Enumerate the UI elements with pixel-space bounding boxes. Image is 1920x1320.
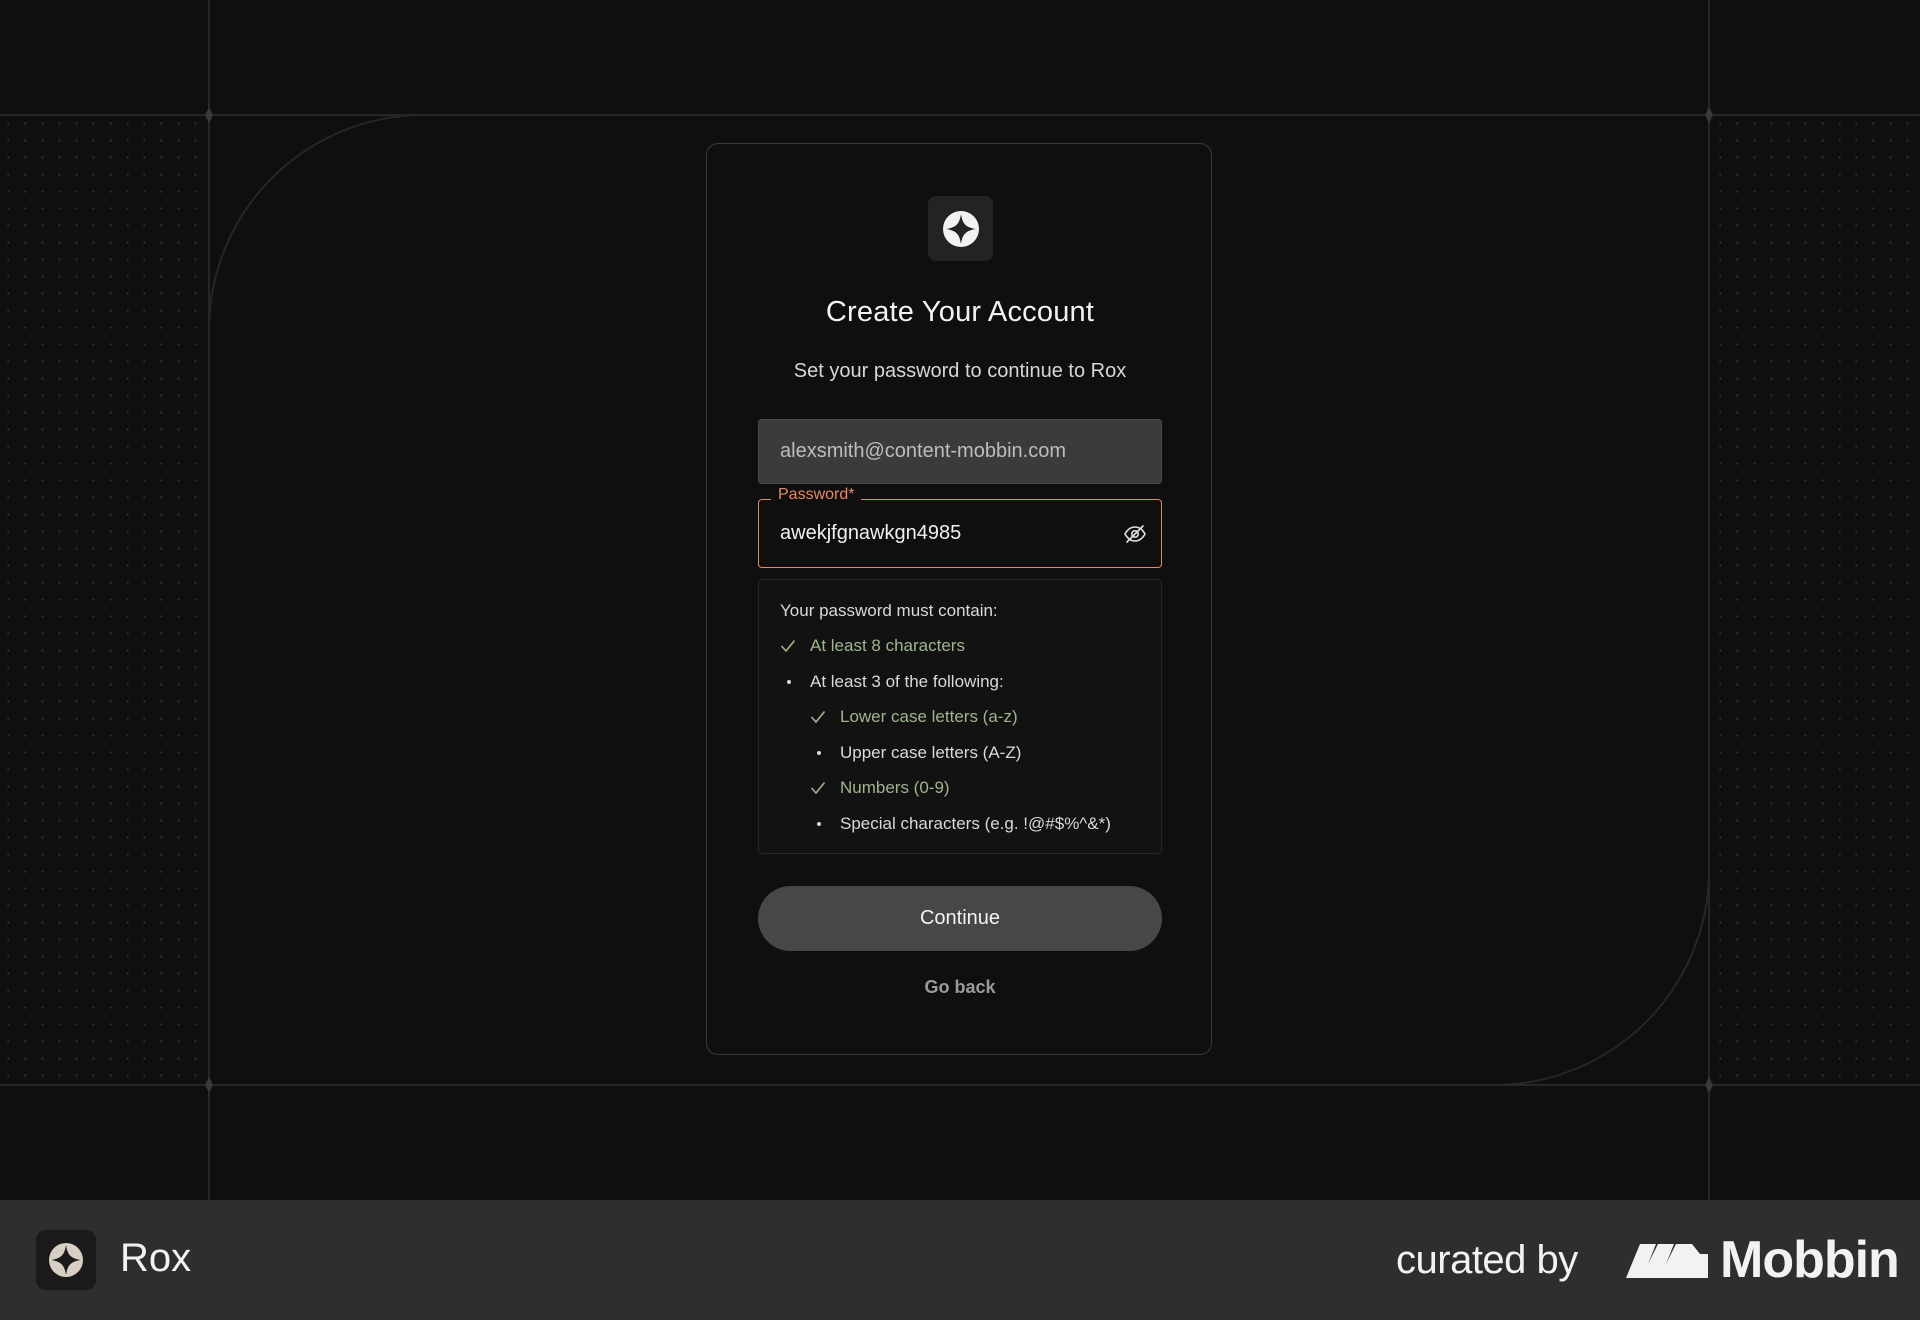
curated-by-label: curated by bbox=[1396, 1238, 1578, 1282]
bullet-icon bbox=[787, 680, 791, 684]
requirement-min-length: At least 8 characters bbox=[780, 636, 965, 656]
footer-app-name: Rox bbox=[120, 1236, 192, 1280]
password-field[interactable]: Password* awekjfgnawkgn4985 bbox=[758, 486, 1162, 568]
mobbin-logo-icon bbox=[1626, 1244, 1708, 1278]
check-icon bbox=[810, 781, 826, 795]
footer-app-logo bbox=[36, 1230, 96, 1290]
brand-name: Mobbin bbox=[1720, 1231, 1900, 1289]
bullet-icon bbox=[817, 751, 821, 755]
password-requirements: Your password must contain: At least 8 c… bbox=[758, 579, 1162, 854]
page-subtitle: Set your password to continue to Rox bbox=[793, 360, 1127, 382]
compass-star-icon bbox=[49, 1243, 83, 1277]
check-icon bbox=[810, 710, 826, 724]
stage: Create Your Account Set your password to… bbox=[0, 0, 1920, 1200]
requirement-uppercase: Upper case letters (A-Z) bbox=[810, 743, 1021, 763]
page-title: Create Your Account bbox=[825, 296, 1095, 328]
continue-button[interactable]: Continue bbox=[758, 886, 1162, 951]
footer-bar: Rox curated by Mobbin bbox=[0, 1200, 1920, 1320]
email-value: alexsmith@content-mobbin.com bbox=[780, 440, 1066, 462]
requirement-three-of: At least 3 of the following: bbox=[780, 672, 1004, 692]
check-icon bbox=[780, 639, 796, 653]
compass-star-icon bbox=[942, 210, 979, 247]
requirement-numbers: Numbers (0-9) bbox=[810, 778, 950, 798]
requirement-special: Special characters (e.g. !@#$%^&*) bbox=[810, 814, 1111, 834]
app-logo bbox=[928, 196, 993, 261]
requirement-lowercase: Lower case letters (a-z) bbox=[810, 707, 1018, 727]
eye-off-icon[interactable] bbox=[1123, 522, 1147, 546]
bullet-icon bbox=[817, 822, 821, 826]
password-value: awekjfgnawkgn4985 bbox=[780, 522, 962, 544]
email-field[interactable]: alexsmith@content-mobbin.com bbox=[758, 419, 1162, 484]
password-label: Password* bbox=[771, 486, 862, 504]
requirements-title: Your password must contain: bbox=[780, 601, 998, 620]
go-back-link[interactable]: Go back bbox=[0, 977, 1920, 998]
